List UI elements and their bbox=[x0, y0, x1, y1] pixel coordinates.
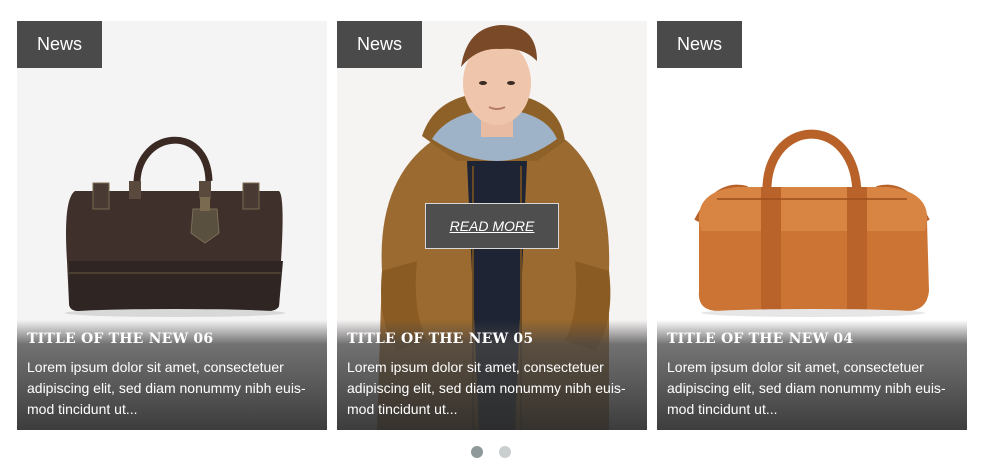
card-excerpt: Lorem ipsum dolor sit amet, consectetuer… bbox=[347, 359, 626, 417]
pagination-dot-2[interactable] bbox=[499, 446, 512, 458]
carousel-pagination bbox=[0, 445, 982, 458]
news-card-06[interactable]: News TITLE OF THE NEW 06 Lorem ipsum dol… bbox=[17, 21, 327, 430]
news-badge: News bbox=[657, 21, 742, 68]
read-more-button[interactable]: READ MORE bbox=[425, 203, 559, 249]
news-badge: News bbox=[337, 21, 422, 68]
news-badge: News bbox=[17, 21, 102, 68]
card-excerpt: Lorem ipsum dolor sit amet, consectetuer… bbox=[27, 359, 306, 417]
news-card-04[interactable]: News TITLE OF THE NEW 04 Lorem ipsum dol… bbox=[657, 21, 967, 430]
card-title[interactable]: TITLE OF THE NEW 04 bbox=[667, 331, 957, 347]
card-excerpt: Lorem ipsum dolor sit amet, consectetuer… bbox=[667, 359, 946, 417]
news-carousel: News TITLE OF THE NEW 06 Lorem ipsum dol… bbox=[0, 0, 982, 470]
card-title[interactable]: TITLE OF THE NEW 05 bbox=[347, 331, 637, 347]
pagination-dot-1[interactable] bbox=[470, 446, 483, 458]
news-card-05[interactable]: News READ MORE TITLE OF THE NEW 05 Lorem… bbox=[337, 21, 647, 430]
card-title[interactable]: TITLE OF THE NEW 06 bbox=[27, 331, 317, 347]
